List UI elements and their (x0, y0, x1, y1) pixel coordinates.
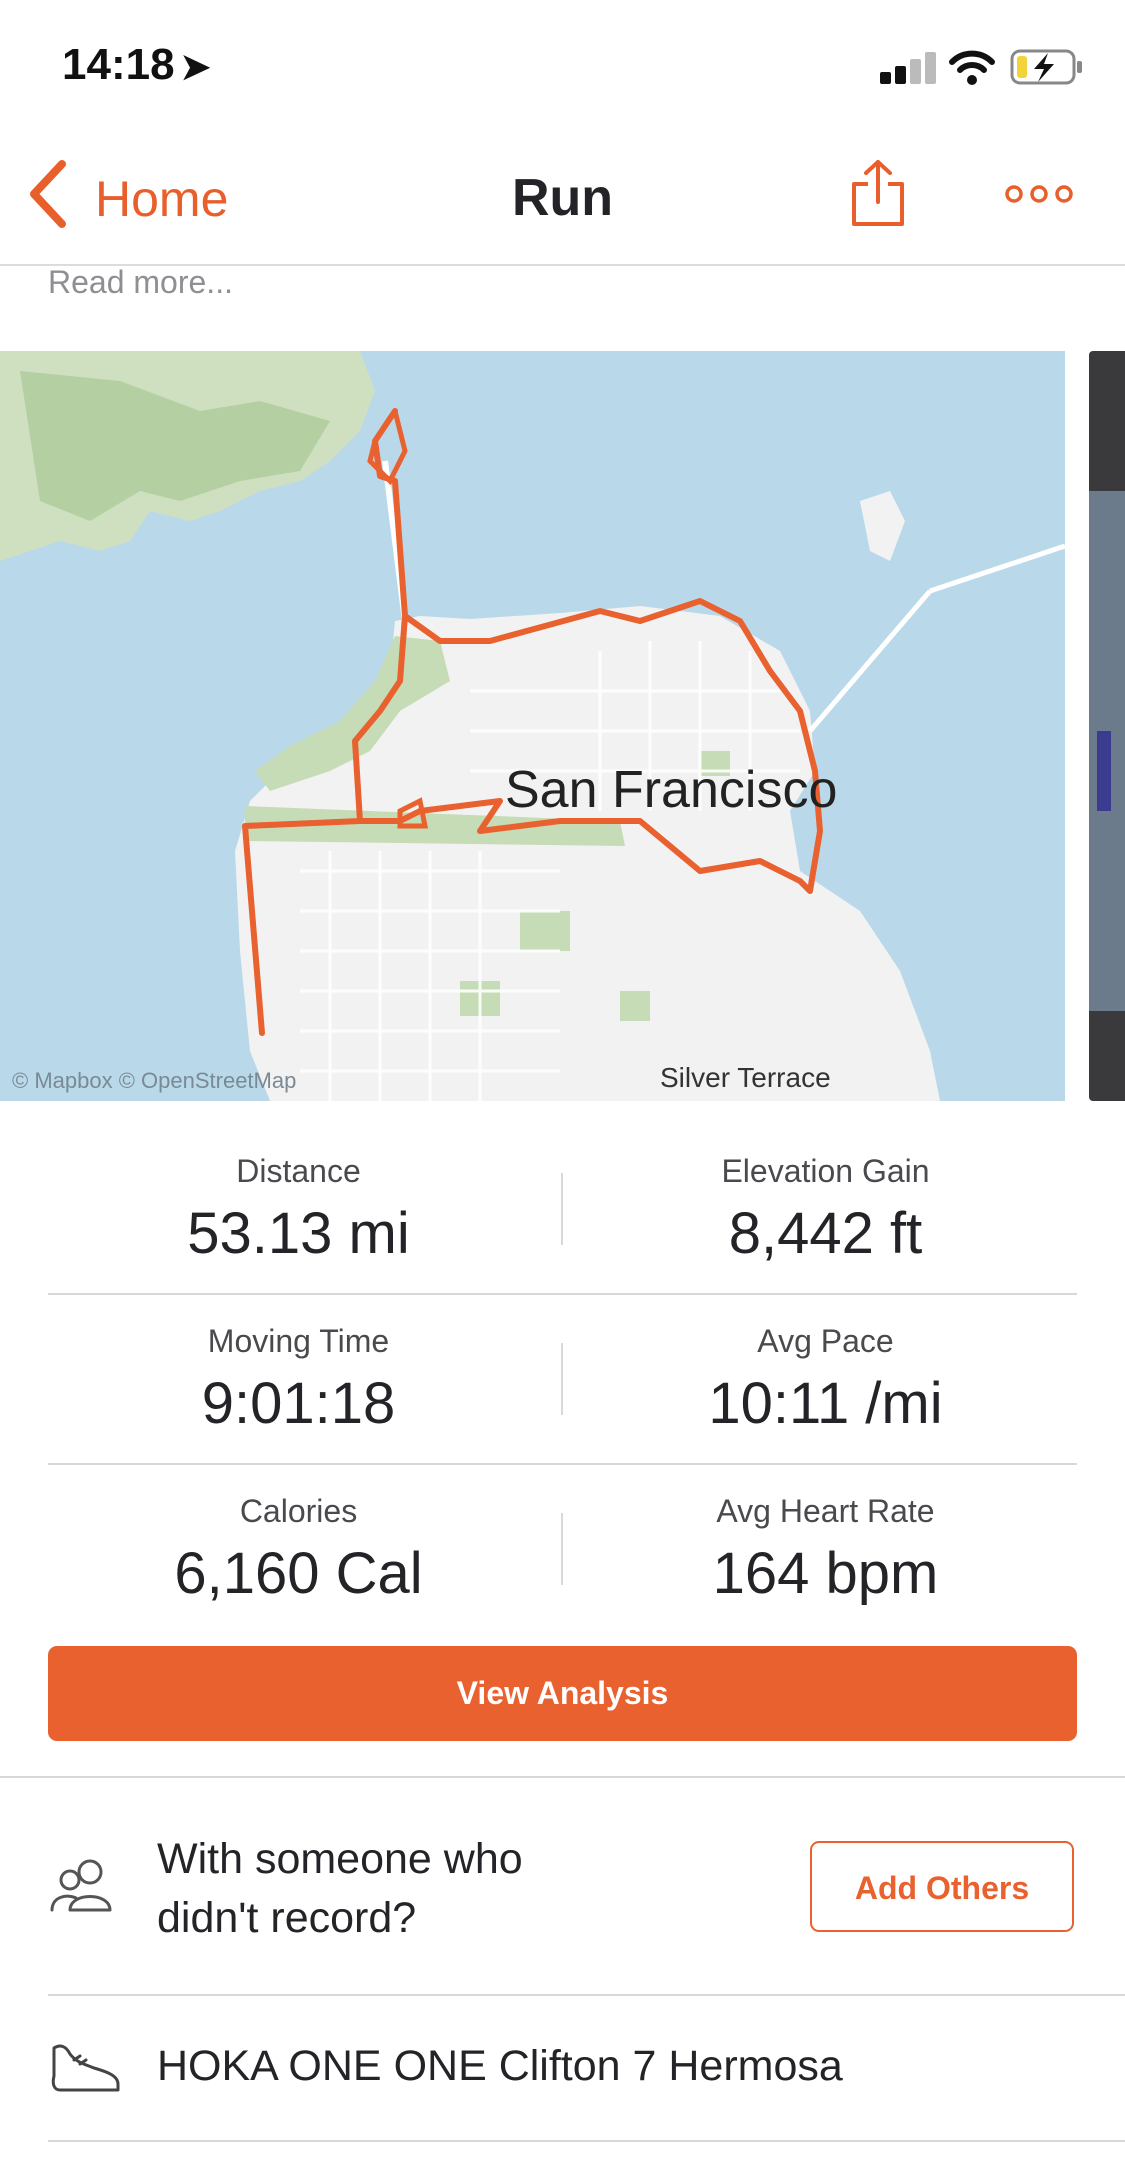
cellular-signal-icon (880, 50, 936, 84)
status-time: 14:18 ➤ (62, 40, 211, 90)
stat-value-avg-pace: 10:11 /mi (708, 1371, 943, 1436)
stat-value-distance: 53.13 mi (187, 1201, 410, 1266)
activity-photo-thumbnail[interactable] (1089, 351, 1125, 1101)
read-more-link[interactable]: Read more... (48, 264, 233, 301)
section-divider (0, 1776, 1125, 1778)
people-icon (50, 1859, 112, 1912)
battery-charging-icon (1010, 49, 1082, 85)
map-neighborhood-label: Silver Terrace (660, 1062, 831, 1093)
stat-label-elevation: Elevation Gain (721, 1153, 930, 1189)
stat-label-calories: Calories (239, 1493, 358, 1529)
stat-value-moving-time: 9:01:18 (201, 1371, 396, 1436)
map-canvas (0, 351, 1065, 1101)
share-icon[interactable] (850, 158, 906, 228)
location-arrow-icon: ➤ (180, 46, 211, 87)
with-someone-prompt: With someone who didn't record? (157, 1835, 523, 1942)
stat-label-avg-heart-rate: Avg Heart Rate (716, 1493, 935, 1529)
stat-value-avg-heart-rate: 164 bpm (712, 1541, 939, 1606)
divider (48, 2140, 1125, 2142)
shoe-icon (51, 2044, 120, 2092)
route-map[interactable] (0, 351, 1065, 1101)
view-analysis-button[interactable]: View Analysis (48, 1646, 1077, 1741)
divider (48, 1293, 1077, 1295)
divider (48, 1994, 1125, 1996)
stat-value-elevation: 8,442 ft (728, 1201, 923, 1266)
gear-name[interactable]: HOKA ONE ONE Clifton 7 Hermosa (157, 2042, 843, 2091)
add-others-button[interactable]: Add Others (810, 1841, 1074, 1932)
status-time-text: 14:18 (62, 40, 175, 89)
stat-value-calories: 6,160 Cal (174, 1541, 423, 1606)
stat-label-distance: Distance (236, 1153, 361, 1189)
stat-label-avg-pace: Avg Pace (757, 1323, 894, 1359)
map-attribution: © Mapbox © OpenStreetMap (12, 1068, 297, 1093)
more-icon[interactable] (1004, 182, 1074, 206)
map-city-label: San Francisco (505, 761, 838, 819)
wifi-icon (949, 50, 995, 85)
divider (48, 1463, 1077, 1465)
page-title: Run (511, 169, 614, 227)
stat-label-moving-time: Moving Time (207, 1323, 390, 1359)
